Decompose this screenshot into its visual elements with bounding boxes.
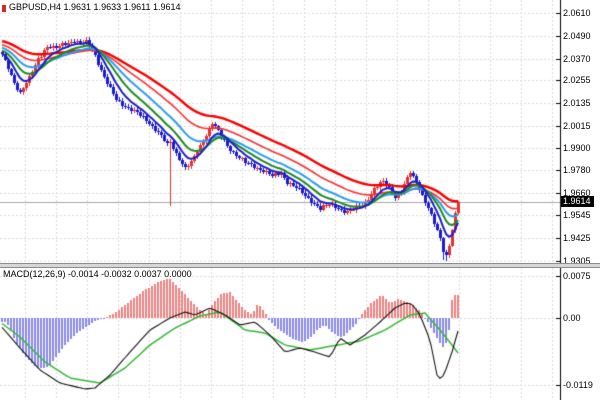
chart-window: GBPUSD,H4 1.9631 1.9633 1.9611 1.9614 MA…	[0, 0, 600, 400]
price-axis-label: 1.9900	[563, 142, 591, 153]
price-axis-label: 2.0370	[563, 53, 591, 64]
chart-title-symbol: GBPUSD,H4	[9, 2, 62, 12]
chart-icon	[2, 5, 6, 12]
macd-indicator-values: -0.0014 -0.0032 0.0037 0.0000	[68, 269, 192, 279]
price-axis-label: 2.0015	[563, 120, 591, 131]
price-axis-label: 1.9780	[563, 165, 591, 176]
macd-axis-label: 0.00	[563, 313, 581, 323]
macd-axis-label: 0.0075	[563, 271, 591, 281]
chart-canvas[interactable]	[0, 0, 600, 400]
price-axis-label: 2.0135	[563, 98, 591, 109]
price-axis-label: 2.0610	[563, 8, 591, 18]
price-axis-label: 2.0255	[563, 75, 591, 86]
macd-indicator-name: MACD(12,26,9)	[3, 269, 66, 279]
panel-separator[interactable]	[0, 263, 600, 268]
price-axis-label: 2.0490	[563, 30, 591, 41]
current-price-tag: 1.9614	[561, 195, 594, 207]
macd-indicator-label: MACD(12,26,9) -0.0014 -0.0032 0.0037 0.0…	[3, 269, 192, 279]
macd-axis-label: -0.0119	[563, 379, 593, 390]
chart-title: GBPUSD,H4 1.9631 1.9633 1.9611 1.9614	[9, 2, 180, 12]
price-axis-label: 1.9425	[563, 232, 591, 243]
price-axis-label: 1.9545	[563, 209, 591, 220]
chart-title-ohlc: 1.9631 1.9633 1.9611 1.9614	[63, 2, 181, 12]
